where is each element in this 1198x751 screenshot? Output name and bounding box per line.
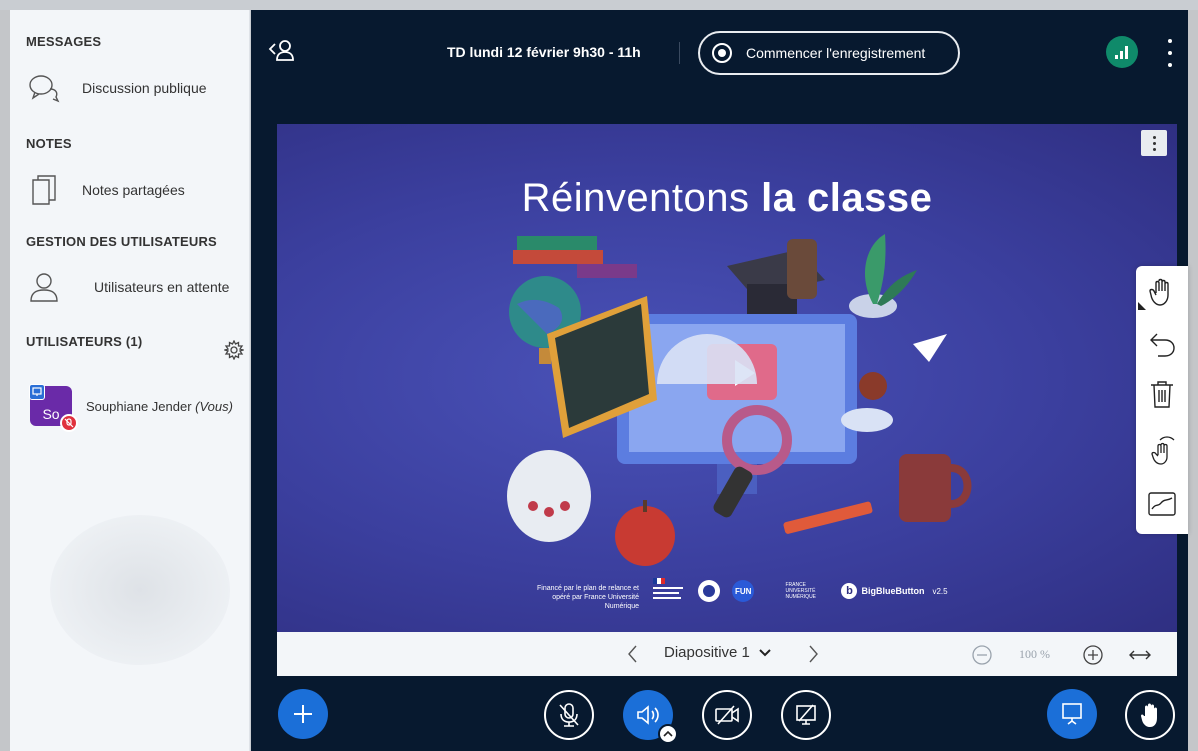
share-screen-button[interactable] [781, 690, 831, 740]
screen-share-off-icon [796, 704, 816, 725]
record-label: Commencer l'enregistrement [746, 45, 926, 61]
fun-logo-text: FUN [735, 586, 752, 596]
sidebar: MESSAGES Discussion publique NOTES Notes… [10, 10, 250, 751]
bigbluebutton-logo: b BigBlueButton v2.5 [841, 583, 948, 599]
fit-to-width-icon[interactable] [1127, 644, 1153, 666]
start-recording-button[interactable]: Commencer l'enregistrement [698, 31, 960, 75]
user-name-text: Souphiane Jender [86, 398, 192, 414]
bbb-icon: b [841, 583, 858, 599]
waiting-users-item[interactable]: Utilisateurs en attente [26, 267, 246, 307]
user-icon [26, 269, 62, 305]
multi-user-whiteboard-icon[interactable] [1142, 430, 1182, 470]
ministry-logo [653, 578, 687, 604]
muted-mic-icon [60, 414, 78, 432]
slide-footer-text: Financé par le plan de relance et opéré … [537, 585, 639, 610]
bbb-version: v2.5 [932, 586, 948, 596]
presenter-icon [29, 384, 45, 400]
hand-tool-icon[interactable] [1138, 272, 1182, 312]
speaker-icon [637, 705, 659, 725]
main-area: TD lundi 12 février 9h30 - 11h Commencer… [251, 10, 1188, 751]
public-chat-label: Discussion publique [82, 80, 207, 96]
waiting-users-label: Utilisateurs en attente [94, 279, 230, 295]
shared-notes-label: Notes partagées [82, 182, 185, 198]
trash-icon[interactable] [1142, 374, 1182, 414]
avatar-initials: So [42, 406, 60, 422]
current-slide-label: Diapositive 1 [664, 644, 750, 661]
whiteboard-toolbar [1136, 266, 1188, 534]
connection-status-icon[interactable] [1106, 36, 1138, 68]
record-icon [712, 43, 732, 63]
zoom-out-icon[interactable] [971, 644, 993, 666]
slide-selector[interactable]: Diapositive 1 [664, 644, 772, 661]
user-list-item[interactable]: So Souphiane Jender (Vous) [29, 382, 255, 432]
shared-notes-item[interactable]: Notes partagées [26, 170, 246, 210]
top-bar: TD lundi 12 février 9h30 - 11h Commencer… [251, 10, 1188, 96]
undo-icon[interactable] [1142, 324, 1182, 364]
share-webcam-button[interactable] [702, 690, 752, 740]
notes-section-title: NOTES [26, 136, 72, 151]
options-menu-icon[interactable] [1164, 39, 1176, 67]
relance-logo [697, 578, 721, 604]
slide-navigation-bar: Diapositive 1 100 % [277, 632, 1177, 676]
fun-logo: FUN [731, 578, 775, 604]
classroom-illustration [507, 234, 972, 566]
france-universite-numerique-logo: FRANCE UNIVERSITÉ NUMÉRIQUE [785, 582, 817, 600]
chevron-down-icon [759, 648, 771, 656]
video-off-icon [715, 705, 739, 725]
avatar: So [29, 384, 78, 432]
meeting-title: TD lundi 12 février 9h30 - 11h [447, 44, 641, 60]
presentation-area: Réinventons la classe Financé par le pla… [277, 124, 1177, 676]
zoom-level: 100 % [1019, 647, 1050, 661]
toggle-userlist-icon[interactable] [267, 38, 297, 64]
messages-section-title: MESSAGES [26, 34, 102, 49]
audio-options-icon[interactable] [658, 724, 678, 744]
next-slide-icon[interactable] [803, 642, 823, 666]
raise-hand-button[interactable] [1125, 690, 1175, 740]
presentation-icon [1062, 703, 1082, 725]
you-tag: (Vous) [195, 398, 233, 414]
user-name: Souphiane Jender (Vous) [86, 399, 233, 414]
unmute-microphone-button[interactable] [544, 690, 594, 740]
actions-plus-button[interactable] [278, 689, 328, 739]
whiteboard-icon[interactable] [1142, 484, 1182, 524]
slide: Réinventons la classe Financé par le pla… [277, 124, 1177, 632]
zoom-in-icon[interactable] [1082, 644, 1104, 666]
public-chat-item[interactable]: Discussion publique [26, 68, 246, 108]
divider [679, 42, 680, 64]
presentation-toggle-button[interactable] [1047, 689, 1097, 739]
microphone-muted-icon [559, 703, 579, 727]
document-icon [26, 172, 62, 208]
raise-hand-icon [1141, 703, 1157, 727]
user-management-section-title: GESTION DES UTILISATEURS [26, 234, 217, 249]
users-section-title: UTILISATEURS (1) [26, 334, 143, 349]
slide-options-icon[interactable] [1141, 130, 1167, 156]
chat-icon [26, 70, 62, 106]
blurred-region [50, 515, 230, 665]
previous-slide-icon[interactable] [623, 642, 643, 666]
bbb-name: BigBlueButton [861, 586, 925, 596]
plus-icon [294, 705, 312, 723]
users-settings-gear-icon[interactable] [222, 339, 246, 361]
sponsor-logos: FUN FRANCE UNIVERSITÉ NUMÉRIQUE b BigBlu… [653, 578, 948, 604]
